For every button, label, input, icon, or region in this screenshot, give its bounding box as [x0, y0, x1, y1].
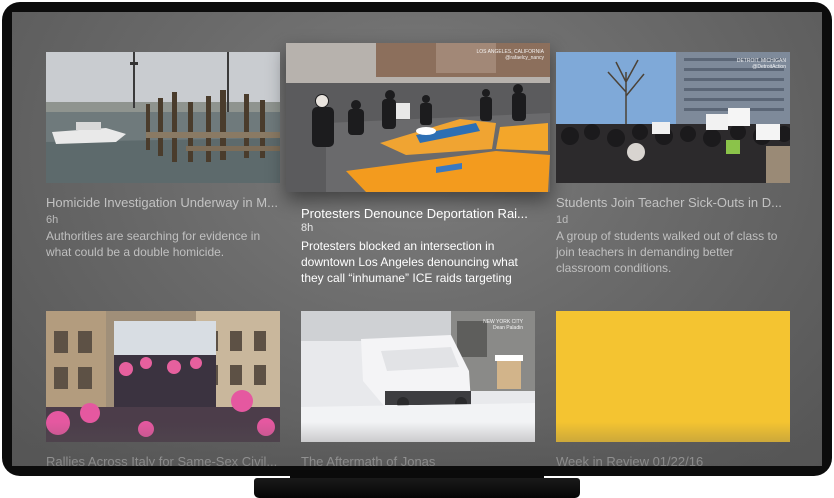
story-card-homicide[interactable]: Homicide Investigation Underway in M... …: [46, 52, 280, 259]
story-card-protesters[interactable]: LOS ANGELES, CALIFORNIA @rafaelcy_nancy …: [286, 43, 550, 285]
story-card-jonas[interactable]: NEW YORK CITY Dean Paladin The Aftermath…: [301, 311, 535, 466]
story-thumbnail-italy: [46, 311, 280, 442]
tv-stand: [254, 478, 580, 498]
tv-screen: Homicide Investigation Underway in M... …: [12, 12, 822, 466]
video-watermark: DETROIT, MICHIGAN @DetroitAction: [736, 58, 786, 70]
story-title: Students Join Teacher Sick-Outs in D...: [556, 195, 782, 210]
video-watermark: NEW YORK CITY Dean Paladin: [483, 319, 523, 331]
story-card-italy-rallies[interactable]: Rallies Across Italy for Same-Sex Civil.…: [46, 311, 280, 466]
story-description: Authorities are searching for evidence i…: [46, 229, 261, 259]
story-title: Protesters Denounce Deportation Rai...: [301, 206, 528, 221]
story-card-students[interactable]: DETROIT, MICHIGAN @DetroitAction Student…: [556, 52, 790, 275]
story-age: 8h: [301, 222, 314, 234]
story-description: Protesters blocked an intersection in do…: [301, 239, 518, 285]
story-title: Rallies Across Italy for Same-Sex Civil.…: [46, 454, 278, 466]
story-description: A group of students walked out of class …: [556, 229, 778, 275]
story-title: Week in Review 01/22/16: [556, 454, 704, 466]
video-watermark: LOS ANGELES, CALIFORNIA @rafaelcy_nancy: [476, 49, 544, 61]
story-card-week-in-review[interactable]: Week in Review 01/22/16: [556, 311, 790, 466]
story-thumbnail-rally: DETROIT, MICHIGAN @DetroitAction: [556, 52, 790, 183]
story-thumbnail-protest: LOS ANGELES, CALIFORNIA @rafaelcy_nancy: [286, 43, 550, 192]
story-age: 6h: [46, 214, 59, 226]
story-thumbnail-harbor: [46, 52, 280, 183]
story-thumbnail-solid-yellow: [556, 311, 790, 442]
story-thumbnail-snow: NEW YORK CITY Dean Paladin: [301, 311, 535, 442]
story-title: Homicide Investigation Underway in M...: [46, 195, 278, 210]
story-title: The Aftermath of Jonas: [301, 454, 436, 466]
story-age: 1d: [556, 214, 569, 226]
